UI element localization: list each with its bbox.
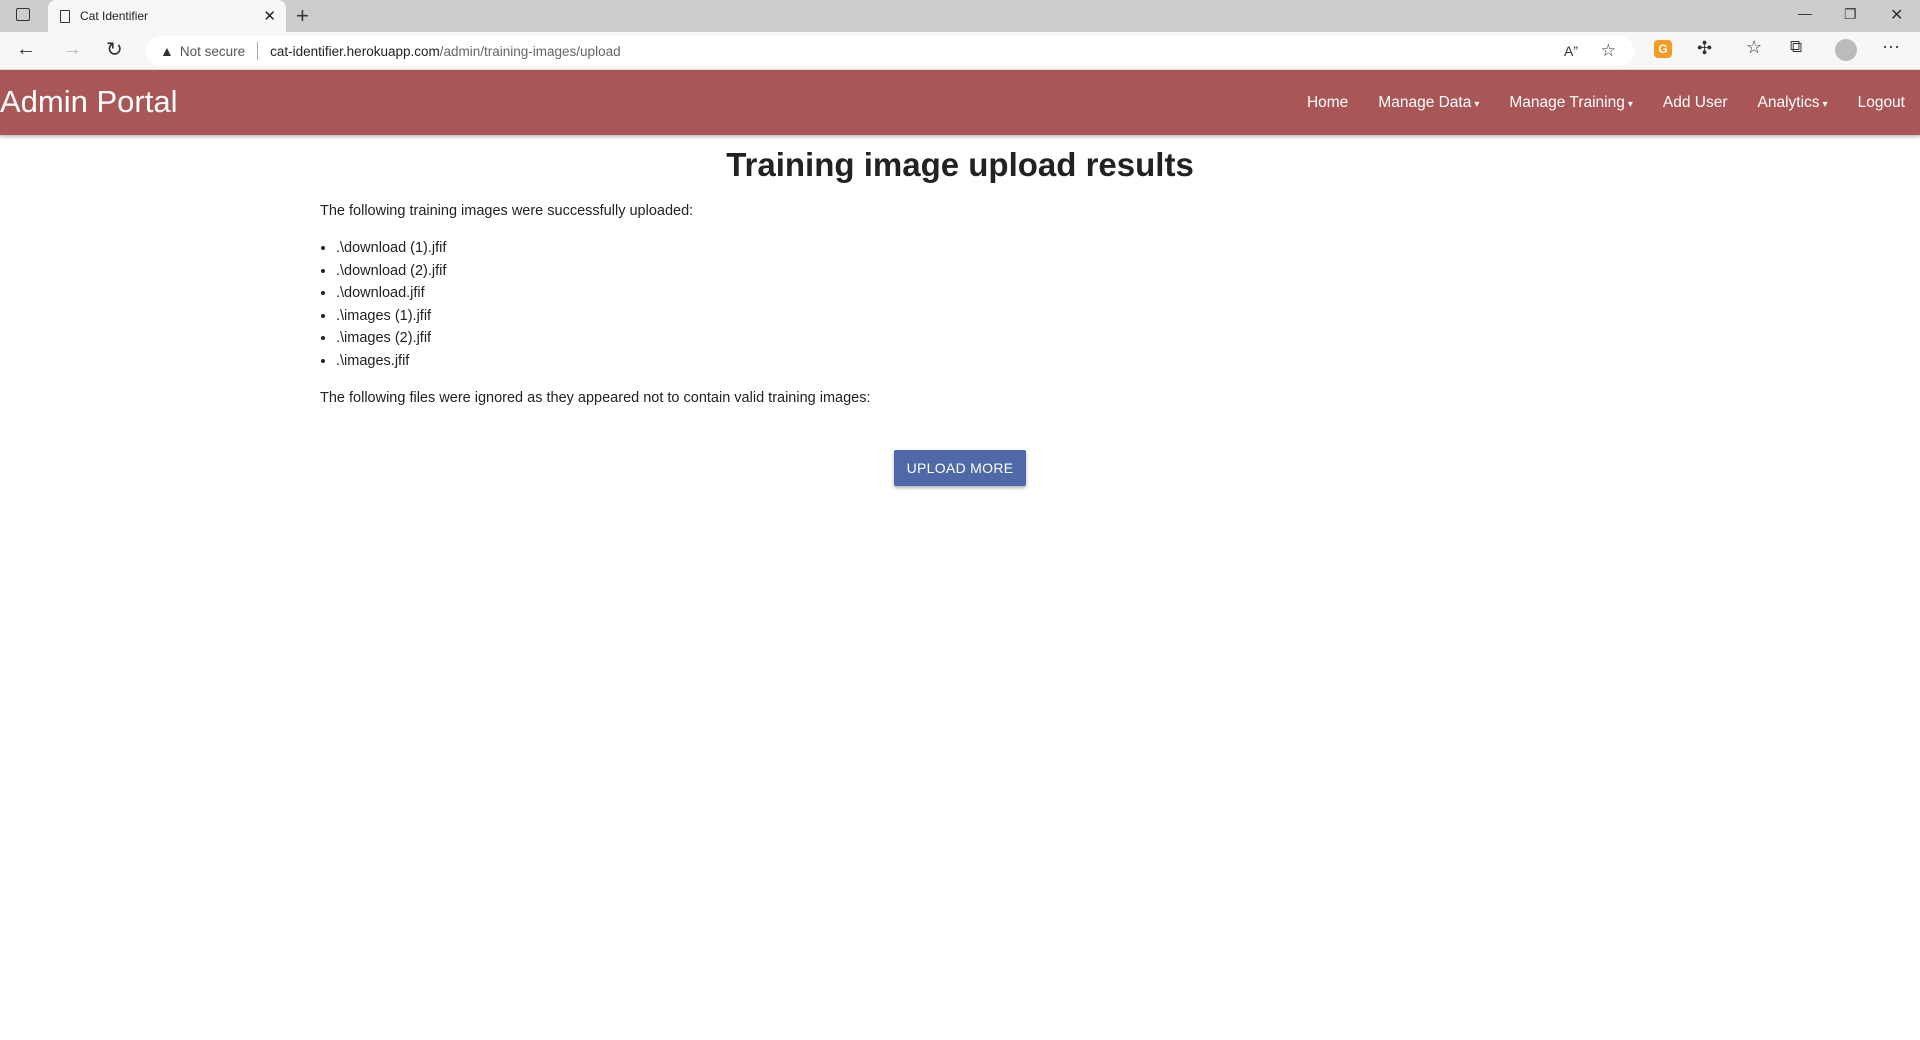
success-text: The following training images were succe… bbox=[320, 203, 694, 219]
close-window-icon[interactable]: ✕ bbox=[1890, 5, 1903, 25]
nav-analytics[interactable]: Analytics ▾ bbox=[1758, 94, 1828, 112]
profile-avatar[interactable] bbox=[1835, 39, 1857, 61]
uploaded-files-list: .\download (1).jfif .\download (2).jfif … bbox=[336, 237, 446, 372]
nav-label: Home bbox=[1306, 93, 1349, 111]
nav-add-user[interactable]: Add User bbox=[1663, 94, 1728, 112]
add-favorite-icon[interactable]: ☆ bbox=[1601, 41, 1616, 61]
browser-tab[interactable]: Cat Identifier ✕ bbox=[48, 0, 286, 32]
read-aloud-icon[interactable]: A” bbox=[1564, 43, 1578, 59]
list-item: .\download (1).jfif bbox=[336, 237, 446, 260]
list-item: .\images.jfif bbox=[336, 350, 446, 373]
caret-down-icon: ▾ bbox=[1822, 98, 1828, 110]
warning-icon: ▲ bbox=[160, 43, 174, 59]
caret-down-icon: ▾ bbox=[1474, 98, 1480, 110]
list-item: .\download (2).jfif bbox=[336, 260, 446, 283]
nav-home[interactable]: Home bbox=[1307, 94, 1348, 112]
page-icon bbox=[60, 9, 70, 23]
nav-manage-training[interactable]: Manage Training ▾ bbox=[1509, 94, 1633, 112]
more-options-icon[interactable]: ··· bbox=[1882, 36, 1900, 57]
nav-label: Analytics bbox=[1757, 93, 1820, 111]
browser-tab-bar: Cat Identifier ✕ + — ❐ ✕ bbox=[0, 0, 1920, 32]
nav-label: Manage Training bbox=[1509, 93, 1625, 111]
list-item: .\images (1).jfif bbox=[336, 305, 446, 328]
new-tab-icon[interactable]: + bbox=[296, 3, 309, 29]
address-bar-row: ← → ↻ ▲ Not secure cat-identifier.heroku… bbox=[0, 32, 1920, 70]
security-label[interactable]: Not secure bbox=[180, 44, 245, 59]
list-item: .\download.jfif bbox=[336, 282, 446, 305]
upload-more-button[interactable]: UPLOAD MORE bbox=[894, 450, 1026, 486]
list-item: .\images (2).jfif bbox=[336, 327, 446, 350]
nav-label: Manage Data bbox=[1378, 93, 1472, 111]
extensions-icon[interactable]: ✣ bbox=[1697, 38, 1712, 59]
nav-menu: Home Manage Data ▾ Manage Training ▾ Add U… bbox=[1307, 70, 1905, 135]
url-path: /admin/training-images/upload bbox=[439, 43, 621, 59]
reload-icon[interactable]: ↻ bbox=[106, 37, 123, 62]
page-title: Training image upload results bbox=[726, 146, 1194, 183]
caret-down-icon: ▾ bbox=[1627, 98, 1633, 110]
collections-icon[interactable]: ⧉ bbox=[1790, 37, 1802, 57]
restore-icon[interactable]: ❐ bbox=[1844, 6, 1857, 23]
nav-label: Logout bbox=[1857, 93, 1905, 111]
tab-title: Cat Identifier bbox=[80, 9, 149, 23]
brand-link[interactable]: Admin Portal bbox=[0, 84, 177, 120]
address-bar[interactable]: ▲ Not secure cat-identifier.herokuapp.co… bbox=[146, 36, 1634, 66]
extension-g-icon[interactable]: G bbox=[1654, 40, 1672, 58]
nav-manage-data[interactable]: Manage Data ▾ bbox=[1378, 94, 1479, 112]
forward-icon[interactable]: → bbox=[62, 38, 82, 61]
ignored-text: The following files were ignored as they… bbox=[320, 390, 871, 406]
nav-label: Add User bbox=[1662, 93, 1728, 111]
back-icon[interactable]: ← bbox=[16, 38, 36, 61]
separator bbox=[257, 42, 259, 60]
favorites-icon[interactable]: ☆ bbox=[1746, 37, 1762, 58]
nav-logout[interactable]: Logout bbox=[1858, 94, 1905, 112]
close-tab-icon[interactable]: ✕ bbox=[263, 7, 276, 25]
navbar: Admin Portal Home Manage Data ▾ Manage Tr… bbox=[0, 70, 1920, 135]
minimize-icon[interactable]: — bbox=[1798, 5, 1812, 21]
url-host: cat-identifier.herokuapp.com bbox=[270, 43, 440, 59]
sidebar-toggle-icon[interactable] bbox=[16, 8, 30, 21]
